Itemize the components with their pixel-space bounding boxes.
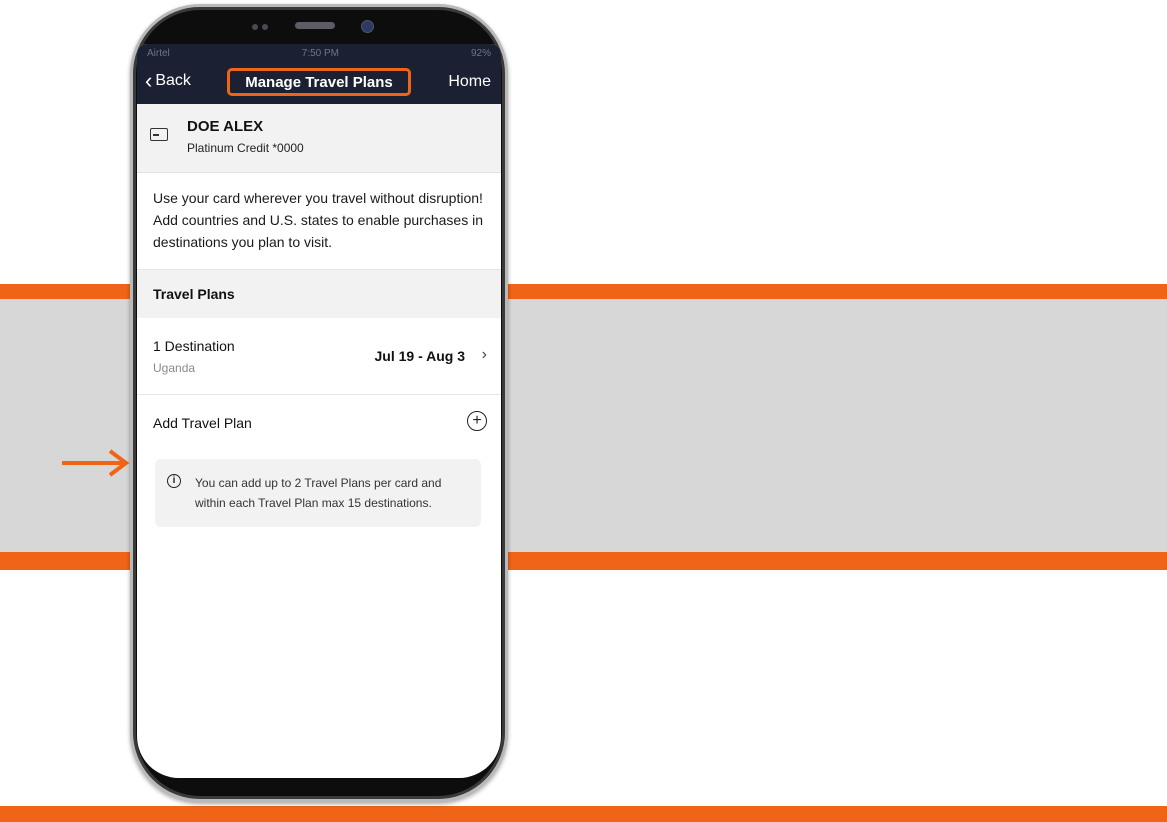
clock: 7:50 PM (301, 47, 340, 59)
credit-card-icon (150, 128, 168, 141)
plan-destination-list: Uganda (153, 361, 196, 375)
add-travel-plan-button[interactable]: Add Travel Plan + (137, 395, 501, 453)
navigation-bar: ‹ Back Manage Travel Plans Home (137, 62, 501, 104)
battery-level: 92% (470, 47, 491, 59)
front-camera (361, 20, 374, 33)
sensor-dot (252, 24, 258, 30)
card-type: Platinum Credit *0000 (187, 141, 304, 155)
section-title: Travel Plans (137, 270, 501, 318)
back-label: Back (155, 72, 191, 89)
info-note: i You can add up to 2 Travel Plans per c… (155, 459, 481, 527)
add-travel-plan-label: Add Travel Plan (153, 415, 252, 431)
chevron-right-icon: › (481, 346, 487, 363)
travel-plan-row[interactable]: 1 Destination Uganda Jul 19 - Aug 3 › (137, 318, 501, 395)
speaker-grille (295, 22, 335, 29)
carrier-label: Airtel (147, 47, 170, 59)
chevron-left-icon: ‹ (145, 68, 153, 93)
cardholder-name: DOE ALEX (187, 118, 264, 135)
card-summary: DOE ALEX Platinum Credit *0000 (137, 104, 501, 173)
page-title: Manage Travel Plans (227, 68, 411, 96)
home-button[interactable]: Home (448, 73, 491, 91)
plan-destination-count: 1 Destination (153, 338, 235, 354)
status-bar: Airtel 7:50 PM 92% (137, 44, 501, 62)
info-icon: i (167, 474, 181, 488)
intro-text: Use your card wherever you travel withou… (137, 173, 501, 270)
pointer-arrow-icon (62, 449, 130, 477)
background-orange-stripe-bottom (0, 806, 1167, 822)
app-screen: Airtel 7:50 PM 92% ‹ Back Manage Travel … (137, 44, 501, 778)
sensor-dot (262, 24, 268, 30)
plus-circle-icon[interactable]: + (467, 411, 487, 431)
back-button[interactable]: ‹ Back (145, 68, 191, 93)
info-note-text: You can add up to 2 Travel Plans per car… (195, 476, 442, 510)
plan-dates: Jul 19 - Aug 3 (374, 348, 465, 364)
